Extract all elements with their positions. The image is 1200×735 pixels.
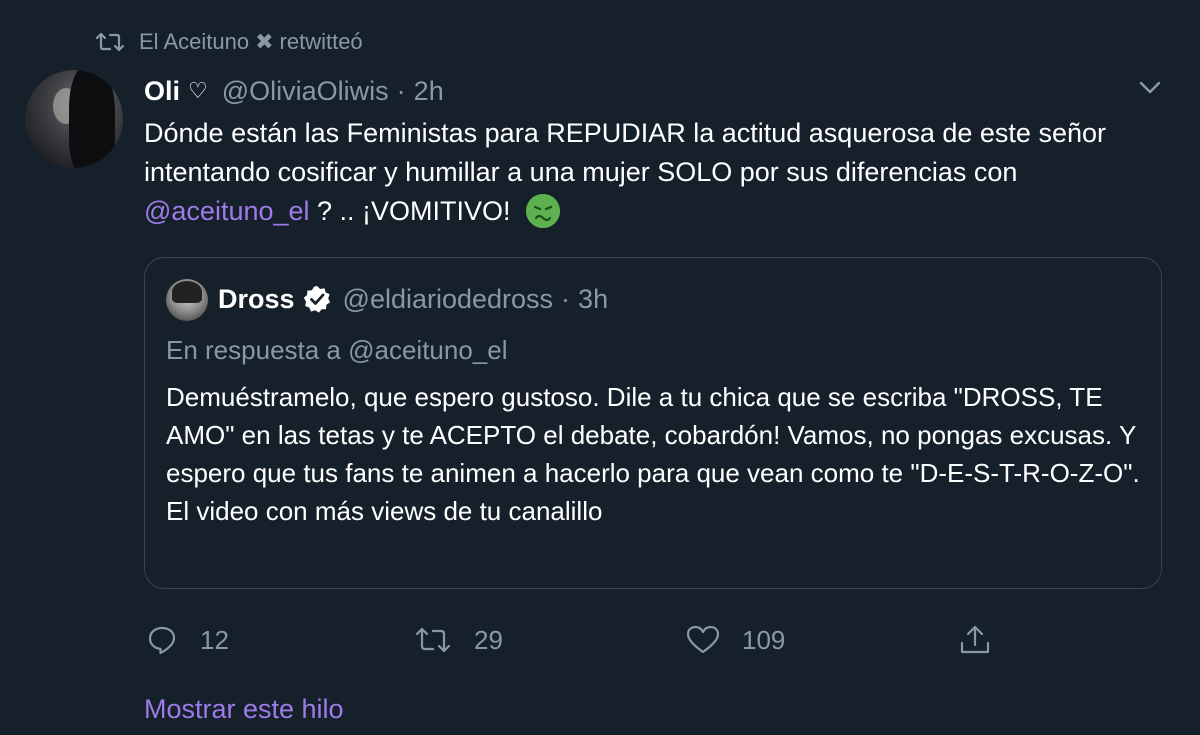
show-thread-link[interactable]: Mostrar este hilo (144, 690, 344, 728)
tweet-timestamp[interactable]: 2h (414, 76, 444, 107)
verified-badge-icon (303, 285, 331, 313)
tweet-text-part1: Dónde están las Feministas para REPUDIAR… (144, 118, 1106, 187)
mention-link[interactable]: @aceituno_el (144, 196, 310, 226)
retweeter-badge: ✖ (255, 29, 274, 54)
author-heart-badge: ♡ (188, 78, 208, 103)
reply-count: 12 (200, 624, 229, 655)
retweeter-name[interactable]: El Aceituno (139, 29, 249, 55)
quoted-author-name[interactable]: Dross (218, 284, 295, 315)
author-handle[interactable]: @OliviaOliwis (222, 76, 389, 107)
quoted-tweet-header: Dross @eldiariodedross · 3h (218, 281, 608, 317)
reply-button[interactable]: 12 (146, 620, 229, 660)
author-name[interactable]: Oli (144, 76, 180, 107)
tweet-text-part2: ? .. ¡VOMITIVO! (309, 196, 519, 226)
reply-context: En respuesta a @aceituno_el (166, 335, 508, 365)
quoted-header-separator: · (561, 283, 571, 314)
tweet-actions: 12 29 109 (146, 620, 1006, 660)
heart-icon (686, 625, 720, 654)
chevron-down-icon[interactable] (1136, 74, 1164, 100)
retweet-action-text: retwitteó (279, 29, 363, 54)
share-icon (960, 625, 990, 654)
quoted-author-handle[interactable]: @eldiariodedross (343, 284, 554, 315)
quoted-timestamp[interactable]: 3h (578, 284, 608, 315)
retweet-icon (415, 627, 451, 653)
share-button[interactable] (958, 620, 1014, 660)
nauseated-face-icon (526, 194, 561, 228)
author-avatar[interactable] (25, 70, 123, 168)
quoted-tweet-text: Demuéstramelo, que espero gustoso. Dile … (166, 382, 1140, 526)
like-count: 109 (742, 624, 786, 655)
retweet-icon (95, 30, 125, 54)
tweet-text: Dónde están las Feministas para REPUDIAR… (144, 114, 1164, 231)
tweet-header: Oli ♡ @OliviaOliwis · 2h (144, 72, 444, 110)
reply-icon (148, 626, 176, 655)
retweet-count: 29 (474, 624, 503, 655)
retweet-indicator[interactable]: El Aceituno ✖ retwitteó (95, 26, 363, 58)
header-separator: · (396, 75, 406, 106)
like-button[interactable]: 109 (686, 620, 785, 660)
quoted-author-avatar[interactable] (166, 279, 208, 321)
retweet-button[interactable]: 29 (414, 620, 503, 660)
